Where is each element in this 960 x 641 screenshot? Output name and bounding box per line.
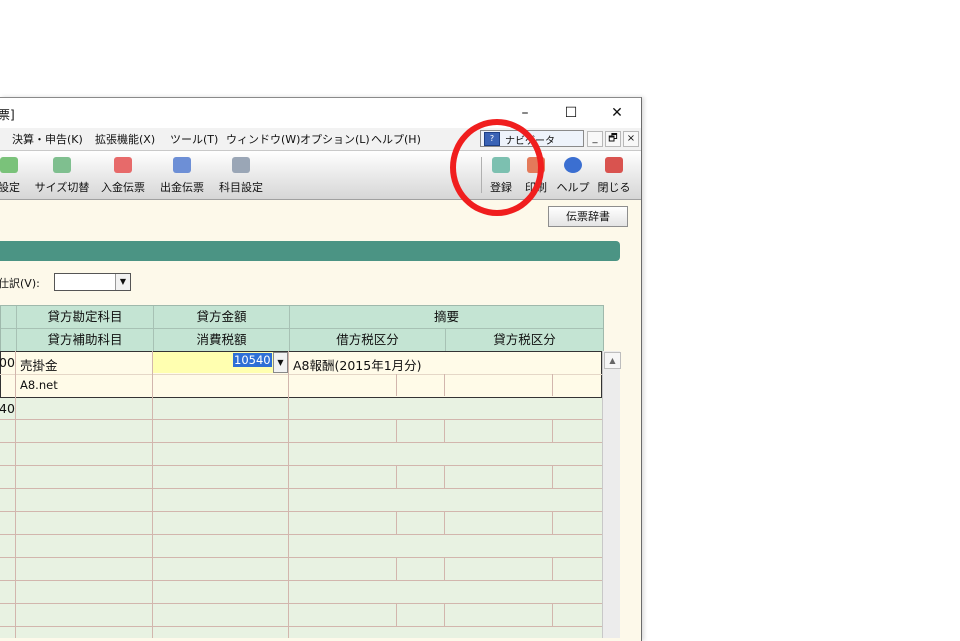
- column-line: [444, 557, 445, 580]
- credit-sub-account-header: 貸方補助科目: [47, 332, 123, 347]
- close-form-label: 閉じる: [597, 181, 631, 194]
- column-line: [552, 603, 553, 626]
- row-line: [0, 465, 602, 466]
- shiwake-combo[interactable]: ▼: [54, 273, 131, 291]
- debit-amount-cell[interactable]: 40: [0, 401, 15, 416]
- chevron-down-icon[interactable]: ▼: [273, 352, 288, 373]
- account-settings-button[interactable]: 科目設定: [214, 155, 268, 195]
- mdi-restore-button[interactable]: 🗗: [605, 131, 621, 147]
- payment-slip-button[interactable]: 出金伝票: [155, 155, 209, 195]
- column-line: [552, 557, 553, 580]
- size-toggle-button[interactable]: サイズ切替: [33, 155, 91, 195]
- menu-tool[interactable]: ツール(T): [170, 131, 218, 147]
- row-line: [0, 580, 602, 581]
- toolbar: 設定 サイズ切替 入金伝票 出金伝票 科目設定 登録 印刷 ヘルプ 閉じる: [0, 150, 641, 200]
- help-icon: [564, 157, 582, 173]
- maximize-button[interactable]: ☐: [548, 98, 594, 128]
- title-bar: 票] – ☐ ✕: [0, 98, 641, 128]
- mdi-close-button[interactable]: ×: [623, 131, 639, 147]
- settings-label: 設定: [0, 181, 20, 194]
- credit-account-cell[interactable]: 売掛金: [20, 355, 58, 374]
- close-button[interactable]: ✕: [594, 98, 640, 128]
- account-settings-label: 科目設定: [219, 181, 263, 194]
- memo-cell[interactable]: A8報酬(2015年1月分): [293, 355, 422, 374]
- deposit-slip-icon: [114, 157, 132, 173]
- row-line: [0, 534, 602, 535]
- mdi-minimize-button[interactable]: _: [587, 131, 603, 147]
- credit-account-header: 貸方勘定科目: [47, 309, 123, 324]
- settings-button[interactable]: 設定: [0, 155, 28, 195]
- credit-tax-class-header: 貸方税区分: [493, 332, 556, 347]
- column-line: [444, 511, 445, 534]
- row-line: [0, 488, 602, 489]
- grid-header: 貸方勘定科目 貸方金額 摘要 貸方補助科目 消費税額 借方税区分 貸方税区分: [0, 305, 604, 353]
- debit-amount-cell[interactable]: 00: [0, 355, 15, 370]
- chevron-down-icon[interactable]: ▼: [115, 274, 130, 290]
- menu-option[interactable]: オプション(L): [300, 131, 370, 147]
- column-line: [288, 351, 289, 638]
- deposit-slip-button[interactable]: 入金伝票: [96, 155, 150, 195]
- menu-window[interactable]: ウィンドウ(W): [226, 131, 300, 147]
- payment-slip-icon: [173, 157, 191, 173]
- column-line: [552, 374, 553, 396]
- scroll-up-icon[interactable]: ▲: [604, 352, 621, 369]
- column-line: [396, 419, 397, 442]
- section-header-bar: [0, 241, 620, 261]
- row-line: [0, 626, 602, 627]
- help-label: ヘルプ: [556, 181, 590, 194]
- size-toggle-label: サイズ切替: [34, 181, 90, 194]
- row-line: [0, 442, 602, 443]
- column-line: [444, 603, 445, 626]
- settings-icon: [0, 157, 18, 173]
- highlight-circle: [450, 119, 544, 216]
- column-line: [152, 351, 153, 638]
- column-line: [552, 465, 553, 488]
- credit-amount-header: 貸方金額: [196, 309, 247, 324]
- payment-slip-label: 出金伝票: [160, 181, 204, 194]
- row-line: [0, 419, 602, 420]
- column-line: [396, 603, 397, 626]
- credit-sub-account-cell[interactable]: A8.net: [20, 378, 58, 392]
- debit-tax-class-header: 借方税区分: [336, 332, 399, 347]
- help-button[interactable]: ヘルプ: [555, 155, 591, 195]
- column-line: [444, 374, 445, 396]
- column-line: [396, 557, 397, 580]
- credit-amount-value[interactable]: 10540: [233, 353, 272, 367]
- window-title: 票]: [0, 108, 15, 122]
- row-inner-line: [0, 374, 602, 375]
- row-line: [0, 511, 602, 512]
- column-line: [396, 511, 397, 534]
- column-line: [396, 374, 397, 396]
- account-settings-icon: [232, 157, 250, 173]
- menu-kakucho[interactable]: 拡張機能(X): [95, 131, 155, 147]
- row-line: [0, 603, 602, 604]
- shiwake-label: 仕訳(V):: [0, 277, 40, 290]
- journal-window: 票] – ☐ ✕ 決算・申告(K) 拡張機能(X) ツール(T) ウィンドウ(W…: [0, 97, 642, 641]
- menu-help[interactable]: ヘルプ(H): [371, 131, 421, 147]
- column-line: [15, 351, 16, 638]
- exit-icon: [605, 157, 623, 173]
- column-line: [396, 465, 397, 488]
- memo-header: 摘要: [433, 309, 459, 324]
- deposit-slip-label: 入金伝票: [101, 181, 145, 194]
- column-line: [444, 465, 445, 488]
- close-form-button[interactable]: 閉じる: [594, 155, 634, 195]
- column-line: [552, 419, 553, 442]
- vertical-scrollbar[interactable]: ▲: [602, 351, 621, 638]
- slip-dictionary-button[interactable]: 伝票辞書: [548, 206, 628, 227]
- row-line: [0, 557, 602, 558]
- column-line: [444, 419, 445, 442]
- tax-amount-header: 消費税額: [196, 332, 247, 347]
- size-toggle-icon: [53, 157, 71, 173]
- column-line: [552, 511, 553, 534]
- menu-kessan[interactable]: 決算・申告(K): [12, 131, 83, 147]
